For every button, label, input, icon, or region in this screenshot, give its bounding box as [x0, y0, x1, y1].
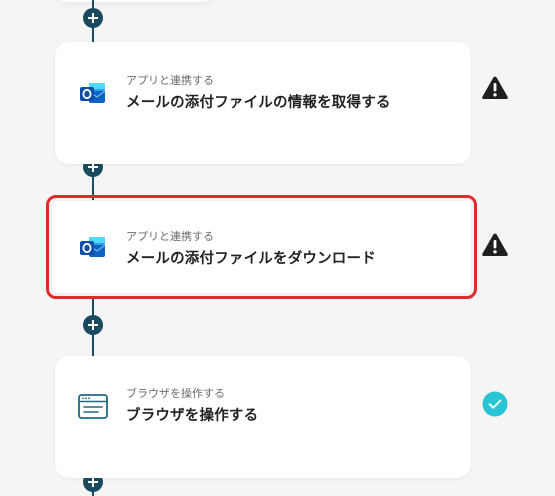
step-card-selected[interactable]: アプリと連携する メールの添付ファイルをダウンロード: [46, 195, 477, 299]
step-title: メールの添付ファイルの情報を取得する: [126, 95, 391, 111]
previous-step-card[interactable]: [55, 0, 215, 2]
outlook-icon: [77, 77, 109, 109]
step-title: ブラウザを操作する: [126, 408, 259, 424]
add-step-button[interactable]: [83, 8, 103, 28]
step-subtitle: ブラウザを操作する: [126, 387, 225, 400]
step-title: メールの添付ファイルをダウンロード: [126, 251, 376, 267]
step-card[interactable]: ブラウザを操作する ブラウザを操作する: [55, 356, 471, 478]
add-step-button[interactable]: [83, 315, 103, 335]
browser-icon: [77, 391, 109, 423]
plus-icon: [88, 320, 98, 330]
warning-icon: [481, 231, 509, 259]
step-subtitle: アプリと連携する: [126, 74, 214, 87]
check-icon: [481, 390, 509, 418]
outlook-icon: [77, 231, 109, 263]
plus-icon: [88, 13, 98, 23]
step-card[interactable]: アプリと連携する メールの添付ファイルの情報を取得する: [55, 42, 471, 164]
workflow-canvas: アプリと連携する メールの添付ファイルの情報を取得する アプリと連携する メール…: [0, 0, 555, 496]
warning-icon: [481, 74, 509, 102]
plus-icon: [88, 477, 98, 487]
step-subtitle: アプリと連携する: [126, 230, 214, 243]
